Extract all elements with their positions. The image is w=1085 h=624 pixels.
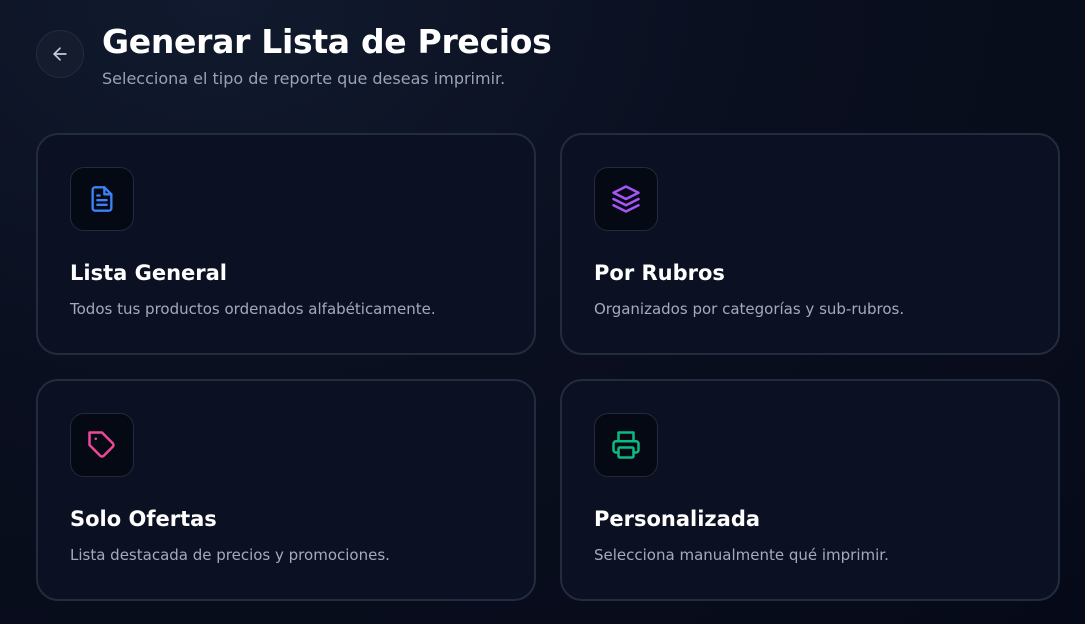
card-icon-container	[594, 167, 658, 231]
arrow-left-icon	[53, 47, 67, 61]
layers-icon	[612, 185, 640, 213]
card-description: Selecciona manualmente qué imprimir.	[594, 546, 889, 564]
back-button[interactable]	[36, 30, 84, 78]
report-card-lista-general[interactable]: Lista General Todos tus productos ordena…	[36, 133, 536, 355]
card-title: Por Rubros	[594, 261, 725, 285]
card-title: Personalizada	[594, 507, 761, 531]
page-subtitle: Selecciona el tipo de reporte que deseas…	[102, 69, 506, 88]
report-card-por-rubros[interactable]: Por Rubros Organizados por categorías y …	[560, 133, 1060, 355]
card-description: Lista destacada de precios y promociones…	[70, 546, 390, 564]
card-icon-container	[594, 413, 658, 477]
card-description: Todos tus productos ordenados alfabética…	[70, 300, 436, 318]
report-card-personalizada[interactable]: Personalizada Selecciona manualmente qué…	[560, 379, 1060, 601]
card-icon-container	[70, 413, 134, 477]
card-icon-container	[70, 167, 134, 231]
page-header: Generar Lista de Precios Selecciona el t…	[36, 22, 1036, 92]
file-text-icon	[91, 186, 113, 212]
printer-icon	[612, 431, 640, 459]
report-card-solo-ofertas[interactable]: Solo Ofertas Lista destacada de precios …	[36, 379, 536, 601]
card-title: Solo Ofertas	[70, 507, 217, 531]
page-title: Generar Lista de Precios	[102, 22, 552, 61]
card-description: Organizados por categorías y sub-rubros.	[594, 300, 905, 318]
tag-icon	[88, 431, 115, 458]
report-type-grid: Lista General Todos tus productos ordena…	[36, 133, 1060, 601]
card-title: Lista General	[70, 261, 227, 285]
